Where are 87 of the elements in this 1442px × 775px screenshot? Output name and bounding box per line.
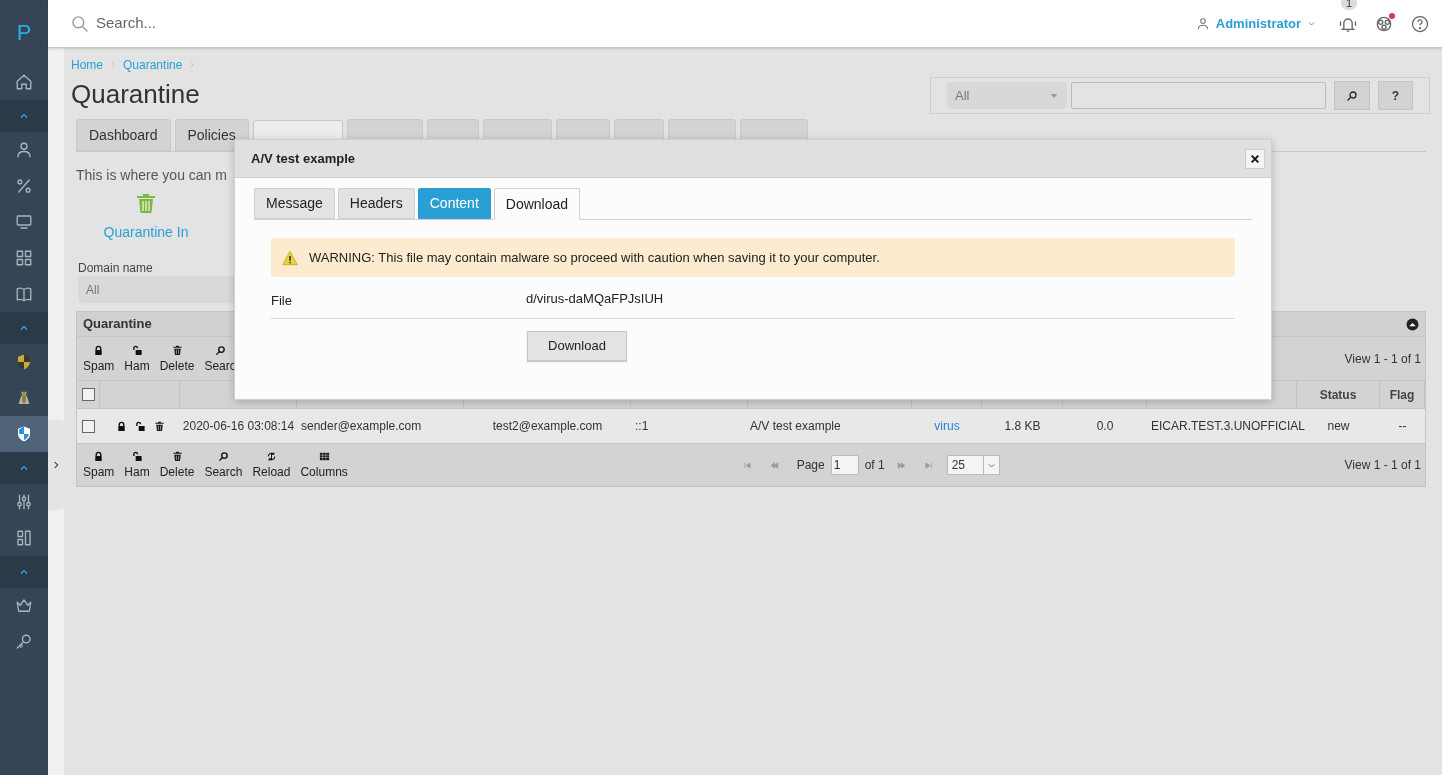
page-title: Quarantine: [71, 78, 200, 110]
field-label: Domain name: [78, 261, 154, 275]
crown-icon: [15, 597, 33, 615]
table-cell-text: EICAR.TEST.3.UNOFFICIAL: [1151, 418, 1306, 435]
search-field[interactable]: Search...: [96, 12, 496, 35]
toolbar-button[interactable]: Search: [200, 451, 247, 479]
monitor-icon: [15, 213, 33, 231]
column-header[interactable]: Flag: [1389, 385, 1415, 404]
table-cell-text: A/V test example: [750, 418, 841, 435]
page-label: Page: [796, 457, 825, 474]
warning-icon: [281, 249, 299, 266]
lock-icon: [93, 451, 105, 462]
book-icon: [15, 285, 33, 303]
lock-icon: [93, 344, 105, 356]
table-cell-text: ::1: [635, 418, 649, 435]
search-icon: [1345, 89, 1358, 102]
unlock-icon: [131, 344, 143, 356]
toolbar-button[interactable]: Spam: [79, 344, 119, 373]
view-info: View 1 - 1 of 1: [1344, 350, 1421, 368]
trash-icon[interactable]: [153, 420, 165, 432]
warning-text: WARNING: This file may contain malware so proceed with caution when saving it to your computer.: [309, 248, 880, 267]
toolbar-button[interactable]: Ham: [120, 451, 154, 479]
logo[interactable]: P: [16, 15, 32, 49]
search-icon: [217, 451, 229, 462]
toolbar-button[interactable]: Columns: [296, 451, 352, 479]
layout-icon: [15, 529, 33, 547]
tab[interactable]: Download: [493, 188, 581, 220]
home-icon: [15, 73, 33, 91]
trash-icon: [171, 344, 183, 356]
table-icon: [318, 451, 330, 462]
search-icon: [70, 13, 90, 34]
help-icon[interactable]: [1410, 13, 1430, 34]
unlock-icon[interactable]: [134, 420, 146, 432]
chevron-icon: [51, 460, 61, 470]
key-icon: [15, 633, 33, 651]
sliders-icon: [15, 493, 33, 511]
search-field[interactable]: [1071, 82, 1327, 109]
checkbox[interactable]: [81, 388, 95, 401]
table-cell-text: 2020-06-16 03:08:14: [182, 418, 295, 435]
search-button[interactable]: [1334, 81, 1370, 110]
grid-title: Quarantine: [83, 315, 152, 334]
chevron-icon: [109, 61, 117, 69]
grid-icon: [15, 249, 33, 267]
column-header[interactable]: Status: [1319, 385, 1357, 404]
tab[interactable]: Dashboard: [76, 119, 171, 151]
toolbar-button[interactable]: Reload: [248, 451, 295, 479]
close-icon: [1250, 153, 1260, 164]
user-icon: [1195, 16, 1210, 31]
download-button[interactable]: Download: [527, 331, 627, 361]
page-size-select[interactable]: 25: [946, 455, 1000, 475]
table-cell-text: test2@example.com: [492, 418, 603, 435]
file-name: d/virus-daMQaFPJsIUH: [526, 290, 664, 308]
shield-icon: [15, 353, 33, 371]
search-icon: [214, 344, 226, 356]
lock-icon[interactable]: [115, 420, 127, 432]
trash-icon: [171, 451, 183, 462]
shield-icon: [15, 425, 33, 443]
tab[interactable]: Policies: [174, 119, 249, 151]
dialog-title: A/V test example: [251, 149, 356, 168]
view-info: View 1 - 1 of 1: [1344, 457, 1421, 474]
user-icon: [15, 141, 33, 159]
collapse-icon[interactable]: [1406, 317, 1419, 331]
toolbar-button[interactable]: Ham: [120, 344, 154, 373]
content-link[interactable]: virus: [934, 417, 960, 435]
tab[interactable]: Headers: [337, 188, 415, 219]
unlock-icon: [131, 451, 143, 462]
table-cell-text: 1.8 KB: [1004, 418, 1041, 435]
toolbar-button[interactable]: Spam: [79, 451, 119, 479]
table-cell-text: sender@example.com: [301, 418, 422, 435]
table-cell-text: 0.0: [1096, 418, 1114, 435]
sidebar-item[interactable]: [0, 416, 48, 452]
reload-icon: [265, 451, 277, 462]
help-button[interactable]: ?: [1377, 81, 1413, 110]
page-count: of 1: [864, 457, 885, 474]
toolbar-button[interactable]: Delete: [155, 344, 199, 373]
toolbar-button[interactable]: Delete: [155, 451, 199, 479]
table-cell-text: new: [1327, 418, 1350, 435]
description-text: This is where you can m: [76, 166, 228, 184]
close-button[interactable]: [1245, 148, 1265, 169]
toolbar-button[interactable]: Searc: [200, 344, 240, 373]
tab[interactable]: Message: [254, 188, 335, 219]
checkbox[interactable]: [82, 419, 95, 433]
chevron-icon: [1307, 19, 1316, 28]
percent-icon: [15, 177, 33, 195]
table-cell-text: --: [1398, 418, 1407, 435]
page-field[interactable]: 1: [830, 455, 859, 475]
chevron-icon: [188, 61, 197, 69]
